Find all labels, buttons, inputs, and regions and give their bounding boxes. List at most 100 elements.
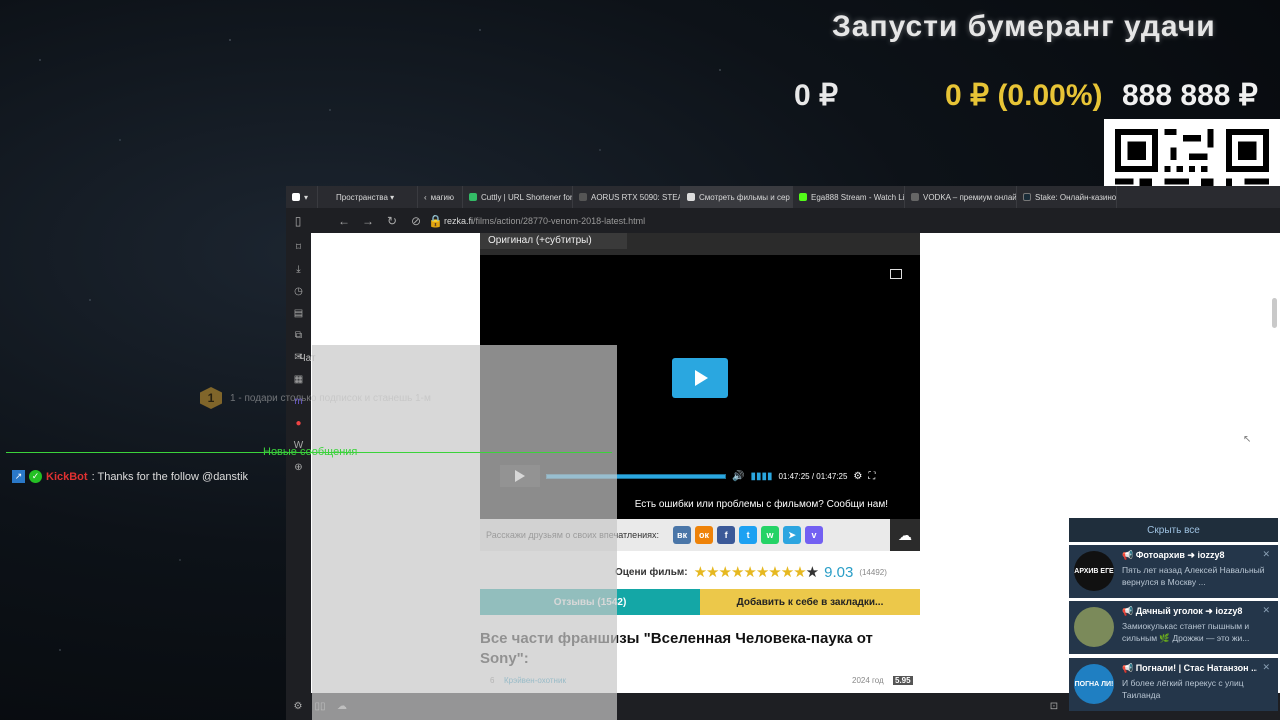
- translation-select[interactable]: Оригинал (+субтитры): [480, 233, 627, 249]
- franchise-title[interactable]: Крэйвен-охотник: [504, 676, 566, 685]
- notification-1[interactable]: АРХИВ ЕГЕ 📢 Фотоархив ➜ iozzy8 Пять лет …: [1069, 545, 1278, 598]
- tile-icon[interactable]: ▯▯: [314, 701, 326, 713]
- volume-slider[interactable]: ▮▮▮▮: [750, 471, 772, 482]
- fullscreen-icon[interactable]: ⛶: [868, 471, 875, 482]
- play-icon: [695, 370, 708, 386]
- gift-text: 1 - подари столько подписок и станешь 1-…: [230, 392, 431, 404]
- tab-label: Ega888 Stream - Watch Li: [811, 192, 905, 202]
- progress-bar[interactable]: [546, 473, 726, 479]
- browser-sidebar: ⌑ ⤓ ◷ ▤ ⧉ ✉ ▦ m ● W ⊕: [286, 233, 311, 693]
- settings-icon[interactable]: ⚙: [292, 701, 304, 713]
- bookmarks-icon[interactable]: ⌑: [293, 241, 305, 253]
- hide-all-notifications-button[interactable]: Скрыть все: [1069, 518, 1278, 542]
- forward-button[interactable]: →: [356, 214, 380, 228]
- back-button[interactable]: ←: [332, 214, 356, 228]
- franchise-heading: Все части франшизы "Вселенная Человека-п…: [480, 630, 873, 667]
- rating-stars[interactable]: ★★★★★★★★★★: [694, 563, 820, 581]
- franchise-num: 6: [490, 676, 495, 685]
- tab-2[interactable]: Cuttly | URL Shortener for: [463, 186, 573, 208]
- scrollbar-thumb[interactable]: [1272, 298, 1277, 328]
- star-icon[interactable]: ★: [806, 564, 819, 581]
- hdrezka-icon: [687, 193, 695, 201]
- notification-2[interactable]: 📢 Дачный уголок ➜ iozzy8 Замиокулькас ст…: [1069, 601, 1278, 654]
- promo-jackpot: 888 888 ₽: [1122, 79, 1258, 112]
- capture-icon[interactable]: ⊡: [1048, 701, 1060, 713]
- translate-icon[interactable]: ⧉: [293, 329, 305, 341]
- aorus-icon: [579, 193, 587, 201]
- star-icon[interactable]: ★: [694, 564, 707, 581]
- picture-in-picture-icon[interactable]: [890, 269, 902, 279]
- close-icon[interactable]: ✕: [1262, 662, 1270, 673]
- reload-button[interactable]: ↻: [380, 214, 404, 228]
- vivaldi-logo-icon: [292, 193, 300, 201]
- rating-row: Оцени фильм: ★★★★★★★★★★ 9.03 (14492): [615, 563, 887, 582]
- viber-share-icon[interactable]: v: [805, 526, 824, 544]
- star-icon[interactable]: ★: [756, 564, 769, 581]
- add-panel-icon[interactable]: ⊕: [293, 461, 305, 473]
- bookmark-button[interactable]: Добавить к себе в закладки...: [700, 589, 920, 615]
- star-icon[interactable]: ★: [731, 564, 744, 581]
- tab-label: Смотреть фильмы и сер: [699, 192, 790, 202]
- cloud-sync-icon[interactable]: ☁: [336, 701, 348, 713]
- social-buttons: вк ок f t w ➤ v: [673, 526, 824, 544]
- report-problem-link[interactable]: Есть ошибки или проблемы с фильмом? Сооб…: [480, 499, 920, 510]
- franchise-rating: 5.95: [893, 676, 913, 685]
- video-player[interactable]: 🔊 ▮▮▮▮ 01:47:25 / 01:47:25 ⚙ ⛶: [480, 255, 920, 519]
- reader-icon[interactable]: ▦: [293, 373, 305, 385]
- bot-badge-icon: ↗: [12, 470, 25, 483]
- vivaldi-social-icon[interactable]: ●: [293, 417, 305, 429]
- chat-label: Чат: [299, 353, 316, 364]
- volume-icon[interactable]: 🔊: [732, 471, 744, 482]
- history-icon[interactable]: ◷: [293, 285, 305, 297]
- franchise-row[interactable]: 6 Крэйвен-охотник 2024 год 5.95: [480, 676, 920, 690]
- star-icon[interactable]: ★: [743, 564, 756, 581]
- share-icon[interactable]: ☁: [890, 519, 920, 551]
- downloads-icon[interactable]: ⤓: [293, 263, 305, 275]
- new-messages-label[interactable]: Новые сообщения: [259, 446, 361, 458]
- notification-3[interactable]: ПОГНА ЛИ! 📢 Погнали! | Стас Натанзон ...…: [1069, 658, 1278, 711]
- twitter-share-icon[interactable]: t: [739, 526, 758, 544]
- star-icon[interactable]: ★: [718, 564, 731, 581]
- gift-goal: 1 1 - подари столько подписок и станешь …: [200, 387, 431, 409]
- browser-menu-button[interactable]: ▾: [286, 186, 318, 208]
- url-field[interactable]: rezka.fi/films/action/28770-venom-2018-l…: [444, 216, 645, 226]
- notification-title: 📢 Фотоархив ➜ iozzy8: [1122, 550, 1225, 560]
- tab-3[interactable]: AORUS RTX 5090: STEALTH: [573, 186, 681, 208]
- big-play-button[interactable]: [672, 358, 728, 398]
- telegram-share-icon[interactable]: ➤: [783, 526, 802, 544]
- rating-votes: (14492): [859, 567, 887, 577]
- address-bar: ▯ ← → ↻ ⊘ 🔒 rezka.fi/films/action/28770-…: [286, 208, 1280, 233]
- url-path: /films/action/28770-venom-2018-latest.ht…: [473, 215, 646, 226]
- reviews-button[interactable]: Отзывы (1542): [480, 589, 700, 615]
- share-label: Расскажи друзьям о своих впечатлениях:: [486, 530, 660, 540]
- tab-4-active[interactable]: Смотреть фильмы и сер: [681, 186, 793, 208]
- star-icon[interactable]: ★: [793, 564, 806, 581]
- facebook-share-icon[interactable]: f: [717, 526, 736, 544]
- notes-icon[interactable]: ▤: [293, 307, 305, 319]
- vk-share-icon[interactable]: вк: [673, 526, 692, 544]
- close-icon[interactable]: ✕: [1262, 549, 1270, 560]
- tab-5[interactable]: Ega888 Stream - Watch Li: [793, 186, 905, 208]
- verified-badge-icon: ✓: [29, 470, 42, 483]
- tab-7[interactable]: Stake: Онлайн-казино: [1017, 186, 1117, 208]
- close-icon[interactable]: ✕: [1262, 605, 1270, 616]
- channel-avatar: ПОГНА ЛИ!: [1074, 664, 1114, 704]
- workspaces-icon: [324, 193, 332, 201]
- chat-username[interactable]: KickBot: [46, 471, 88, 483]
- star-icon[interactable]: ★: [781, 564, 794, 581]
- odnoklassniki-share-icon[interactable]: ок: [695, 526, 714, 544]
- channel-avatar: АРХИВ ЕГЕ: [1074, 551, 1114, 591]
- tab-workspaces[interactable]: Пространства ▾: [318, 186, 418, 208]
- tracker-blocker-icon[interactable]: ⊘: [404, 214, 428, 228]
- tab-1[interactable]: ‹ магию: [418, 186, 463, 208]
- play-button[interactable]: [500, 465, 540, 487]
- settings-gear-icon[interactable]: ⚙: [853, 471, 862, 482]
- panel-toggle-icon[interactable]: ▯: [286, 214, 310, 228]
- whatsapp-share-icon[interactable]: w: [761, 526, 780, 544]
- star-icon[interactable]: ★: [706, 564, 719, 581]
- chevron-left-icon: ‹: [424, 192, 427, 202]
- star-icon[interactable]: ★: [768, 564, 781, 581]
- url-domain: rezka.fi: [444, 215, 474, 226]
- promo-balance: 0 ₽: [794, 79, 839, 112]
- tab-6[interactable]: VODKA – премиум онлай: [905, 186, 1017, 208]
